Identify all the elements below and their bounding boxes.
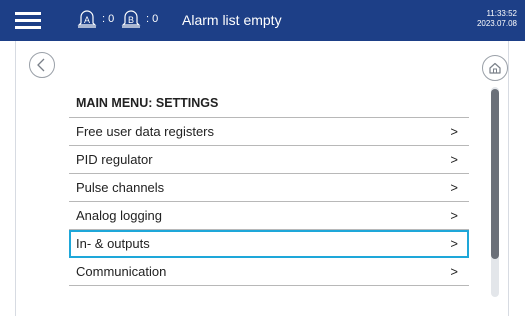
menu-item-label: PID regulator — [76, 152, 153, 167]
menu-item-label: Communication — [76, 264, 167, 279]
alarm-b-icon: B — [121, 10, 141, 28]
content-frame-left — [15, 41, 16, 316]
menu-item-label: In- & outputs — [76, 236, 150, 251]
alarm-a-icon: A — [77, 10, 97, 28]
menu-item-analog-logging[interactable]: Analog logging > — [69, 202, 469, 230]
clock-date: 2023.07.08 — [476, 19, 517, 28]
alarm-a-count: : 0 — [102, 13, 115, 25]
menu-title: MAIN MENU: SETTINGS — [69, 88, 469, 118]
menu-item-communication[interactable]: Communication > — [69, 258, 469, 286]
menu-item-label: Free user data registers — [76, 124, 215, 139]
menu-item-pulse-channels[interactable]: Pulse channels > — [69, 174, 469, 202]
chevron-left-icon — [37, 58, 45, 72]
menu-item-pid-regulator[interactable]: PID regulator > — [69, 146, 469, 174]
menu-item-in-outputs[interactable]: In- & outputs > — [69, 230, 469, 258]
clock: 11:33:52 2023.07.08 — [477, 9, 517, 29]
alarm-status-text[interactable]: Alarm list empty — [182, 12, 282, 28]
settings-menu: MAIN MENU: SETTINGS Free user data regis… — [69, 88, 469, 286]
back-button[interactable] — [29, 52, 55, 78]
top-bar: A : 0 B : 0 Alarm list empty 11:33:52 20… — [0, 0, 525, 41]
alarm-b-indicator[interactable]: B : 0 — [118, 6, 158, 32]
menu-scrollbar[interactable] — [491, 87, 499, 297]
menu-item-label: Pulse channels — [76, 180, 165, 195]
content-frame-right — [508, 41, 509, 316]
scroll-thumb[interactable] — [491, 89, 499, 259]
alarm-a-indicator[interactable]: A : 0 — [74, 6, 114, 32]
home-icon — [489, 62, 501, 74]
home-button[interactable] — [482, 55, 508, 81]
chevron-right-icon: > — [450, 236, 458, 251]
menu-item-free-user-data-registers[interactable]: Free user data registers > — [69, 118, 469, 146]
menu-item-label: Analog logging — [76, 208, 163, 223]
alarm-a-letter: A — [84, 15, 90, 25]
clock-time: 11:33:52 — [486, 9, 517, 18]
chevron-right-icon: > — [450, 264, 458, 279]
alarm-b-letter: B — [128, 15, 134, 25]
hamburger-menu-icon[interactable] — [15, 12, 41, 30]
chevron-right-icon: > — [450, 208, 458, 223]
chevron-right-icon: > — [450, 152, 458, 167]
chevron-right-icon: > — [450, 180, 458, 195]
chevron-right-icon: > — [450, 124, 458, 139]
alarm-b-count: : 0 — [146, 13, 159, 25]
